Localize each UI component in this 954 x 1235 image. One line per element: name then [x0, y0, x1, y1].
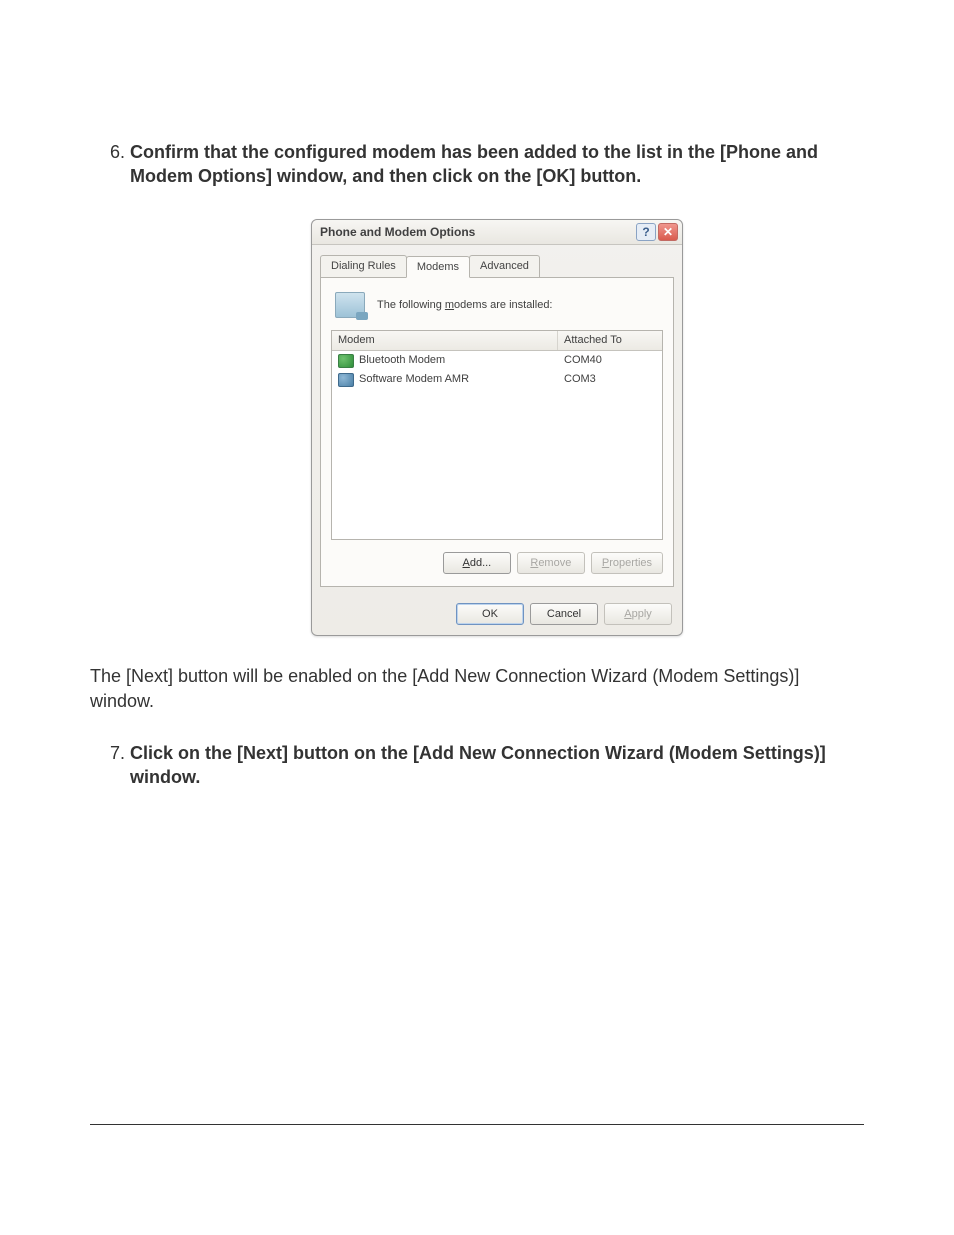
modem-port: COM40	[558, 352, 662, 369]
dialog-titlebar: Phone and Modem Options ? ✕	[312, 220, 682, 245]
add-button[interactable]: Add...	[443, 552, 511, 574]
column-modem[interactable]: Modem	[332, 331, 558, 350]
step-6: Confirm that the configured modem has be…	[130, 140, 864, 636]
tab-advanced[interactable]: Advanced	[469, 255, 540, 278]
cancel-button[interactable]: Cancel	[530, 603, 598, 625]
step-6-heading: Confirm that the configured modem has be…	[130, 142, 818, 186]
step-7-heading: Click on the [Next] button on the [Add N…	[130, 743, 826, 787]
interstitial-text: The [Next] button will be enabled on the…	[90, 664, 864, 713]
help-button[interactable]: ?	[636, 223, 656, 241]
modem-icon	[335, 292, 365, 318]
remove-button[interactable]: Remove	[517, 552, 585, 574]
modem-port: COM3	[558, 371, 662, 388]
list-item[interactable]: Bluetooth Modem COM40	[332, 351, 662, 370]
list-item[interactable]: Software Modem AMR COM3	[332, 370, 662, 389]
dialog-tabs: Dialing Rules Modems Advanced	[320, 255, 674, 279]
bluetooth-modem-icon	[338, 354, 354, 368]
modem-name: Software Modem AMR	[359, 372, 469, 387]
phone-modem-dialog: Phone and Modem Options ? ✕ Dialing Rule…	[311, 219, 683, 637]
column-attached-to[interactable]: Attached To	[558, 331, 662, 350]
help-icon: ?	[642, 224, 649, 240]
properties-button[interactable]: Properties	[591, 552, 663, 574]
installed-modems-label: The following modems are installed:	[377, 298, 553, 313]
tab-body-modems: The following modems are installed: Mode…	[320, 278, 674, 587]
listview-header: Modem Attached To	[332, 331, 662, 351]
step-7: Click on the [Next] button on the [Add N…	[130, 741, 864, 790]
close-button[interactable]: ✕	[658, 223, 678, 241]
modem-name: Bluetooth Modem	[359, 353, 445, 368]
apply-button[interactable]: Apply	[604, 603, 672, 625]
tab-dialing-rules[interactable]: Dialing Rules	[320, 255, 407, 278]
page-footer-rule	[90, 1124, 864, 1125]
dialog-title: Phone and Modem Options	[320, 224, 475, 240]
ok-button[interactable]: OK	[456, 603, 524, 625]
close-icon: ✕	[663, 224, 673, 240]
software-modem-icon	[338, 373, 354, 387]
tab-modems[interactable]: Modems	[406, 256, 470, 279]
modems-listview[interactable]: Modem Attached To Bluetooth Modem COM40	[331, 330, 663, 540]
